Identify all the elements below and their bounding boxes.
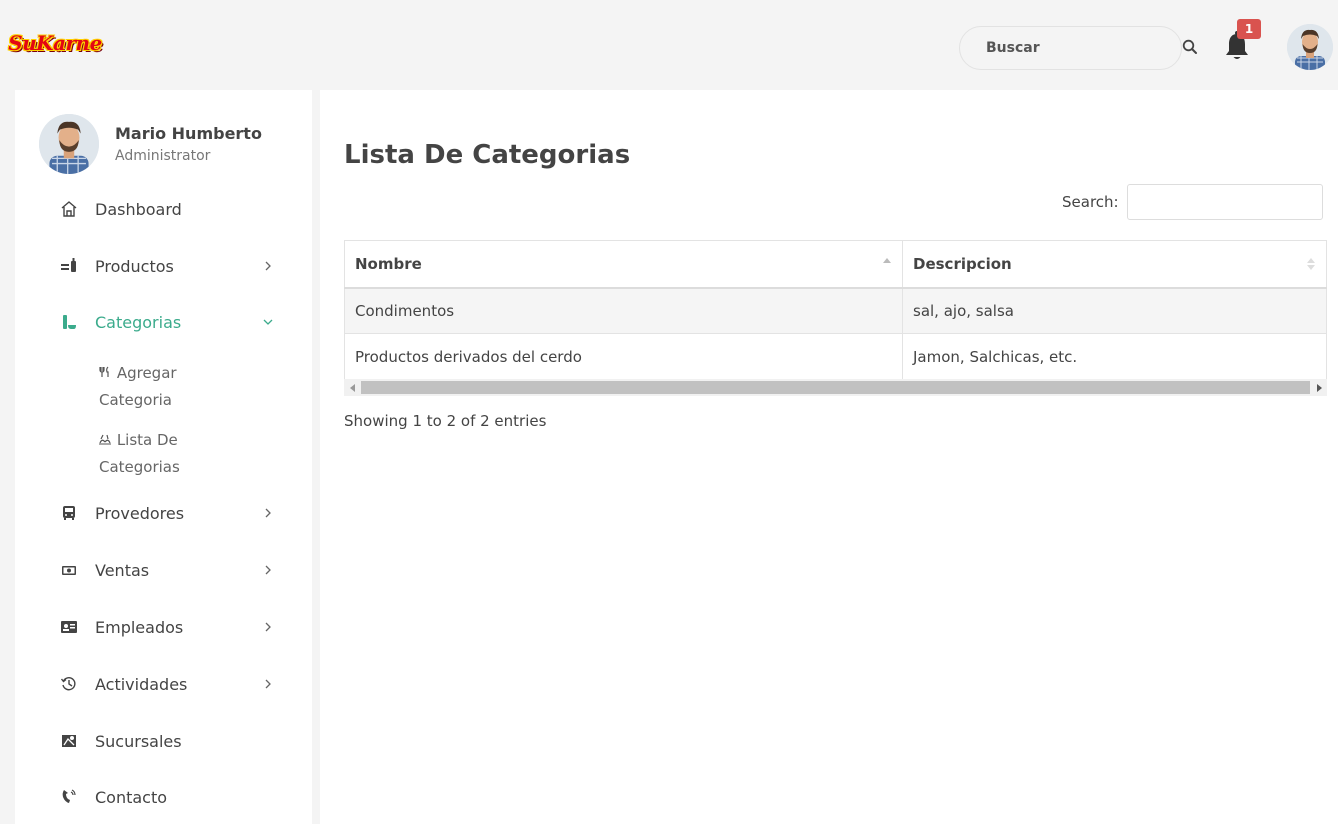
chevron-right-icon [262, 621, 274, 633]
user-avatar[interactable] [1287, 24, 1333, 70]
profile-avatar[interactable] [39, 114, 99, 174]
table-cell: sal, ajo, salsa [902, 287, 1327, 334]
history-icon [59, 674, 79, 694]
main-panel: Lista De Categorias Search: Nombre Descr… [320, 90, 1338, 824]
sidebar: Mario Humberto Administrator Dashboard P… [15, 90, 312, 824]
sidebar-item-label: Ventas [95, 560, 150, 580]
sidebar-item-label: Empleados [95, 617, 184, 637]
chevron-right-icon [262, 564, 274, 576]
sidebar-item-label: Dashboard [95, 199, 182, 219]
utensils-icon [99, 366, 115, 381]
column-header-nombre[interactable]: Nombre [344, 240, 903, 289]
map-icon [59, 731, 79, 751]
global-search[interactable] [959, 26, 1197, 70]
scroll-left-icon[interactable] [344, 379, 361, 396]
table-cell: Productos derivados del cerdo [344, 333, 903, 380]
submenu-item-agregar-categoria[interactable]: Agregar Categoria [99, 360, 249, 413]
sidebar-item-dashboard[interactable]: Dashboard [59, 195, 274, 223]
table-header-row: Nombre Descripcion [344, 240, 1327, 289]
scrollbar-thumb[interactable] [361, 381, 1310, 394]
sidebar-item-label: Contacto [95, 787, 168, 807]
sidebar-item-productos[interactable]: Productos [59, 252, 274, 280]
table-search-label: Search: [1062, 193, 1119, 211]
sidebar-item-label: Categorias [95, 312, 182, 332]
sidebar-item-contacto[interactable]: Contacto [59, 783, 274, 811]
sidebar-item-label: Sucursales [95, 731, 182, 751]
page-title: Lista De Categorias [344, 140, 631, 170]
chevron-right-icon [262, 260, 274, 272]
phone-icon [59, 787, 79, 807]
categories-table: Nombre Descripcion Condimentos sal, ajo,… [344, 240, 1327, 380]
search-icon[interactable] [1182, 39, 1198, 57]
table-search-input[interactable] [1126, 184, 1323, 220]
top-bar: SuKarne 1 [0, 0, 1338, 90]
sidebar-item-provedores[interactable]: Provedores [59, 499, 274, 527]
notification-badge: 1 [1237, 19, 1261, 39]
column-header-label: Nombre [355, 254, 422, 273]
scroll-right-icon[interactable] [1310, 379, 1327, 396]
table-row[interactable]: Productos derivados del cerdo Jamon, Sal… [344, 333, 1327, 380]
sidebar-profile: Mario Humberto Administrator [39, 114, 299, 178]
scrollbar-track[interactable] [361, 381, 1310, 394]
home-icon [59, 199, 79, 219]
products-icon [59, 256, 79, 276]
dishes-icon [99, 434, 115, 448]
sidebar-item-label: Productos [95, 256, 174, 276]
id-card-icon [59, 617, 79, 637]
horizontal-scrollbar[interactable] [344, 379, 1327, 396]
table-info: Showing 1 to 2 of 2 entries [344, 412, 547, 430]
bus-icon [59, 503, 79, 523]
brand-logo-text: SuKarne [8, 31, 102, 55]
sidebar-item-empleados[interactable]: Empleados [59, 613, 274, 641]
sort-both-icon [1306, 257, 1316, 271]
sidebar-item-categorias[interactable]: Categorias [59, 308, 274, 336]
sidebar-item-label: Actividades [95, 674, 188, 694]
chevron-down-icon [262, 316, 274, 328]
profile-name: Mario Humberto [115, 124, 262, 143]
chevron-right-icon [262, 507, 274, 519]
bottle-icon [59, 312, 79, 332]
column-header-descripcion[interactable]: Descripcion [902, 240, 1327, 289]
sidebar-item-label: Provedores [95, 503, 185, 523]
sidebar-item-sucursales[interactable]: Sucursales [59, 727, 274, 755]
column-header-label: Descripcion [913, 254, 1012, 273]
table-row[interactable]: Condimentos sal, ajo, salsa [344, 287, 1327, 334]
table-cell: Jamon, Salchicas, etc. [902, 333, 1327, 380]
brand-logo[interactable]: SuKarne [8, 26, 102, 60]
sort-asc-icon [882, 257, 892, 271]
money-icon [59, 560, 79, 580]
sidebar-item-actividades[interactable]: Actividades [59, 670, 274, 698]
table-search: Search: [1062, 184, 1323, 220]
chevron-right-icon [262, 678, 274, 690]
table-cell: Condimentos [344, 287, 903, 334]
global-search-input[interactable] [986, 40, 1182, 56]
submenu-item-lista-categorias[interactable]: Lista De Categorias [99, 427, 249, 480]
sidebar-item-ventas[interactable]: Ventas [59, 556, 274, 584]
profile-role: Administrator [115, 148, 211, 164]
